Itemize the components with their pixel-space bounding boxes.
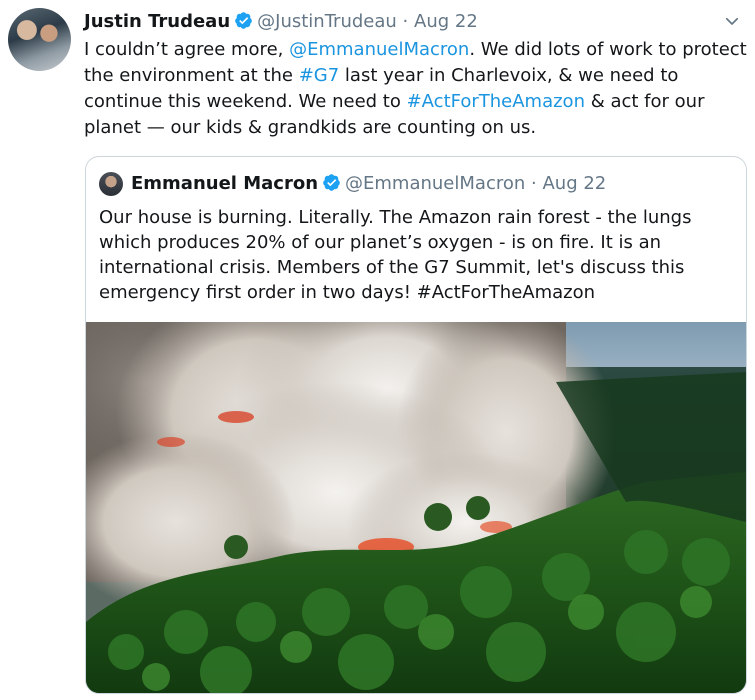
quoted-tweet[interactable]: Emmanuel Macron @EmmanuelMacron · Aug 22 … — [85, 156, 747, 694]
verified-badge-icon — [323, 174, 340, 191]
tweet[interactable]: Justin Trudeau @JustinTrudeau · Aug 22 I … — [0, 0, 755, 700]
quoted-avatar[interactable] — [99, 172, 123, 196]
quoted-author-handle: @EmmanuelMacron — [345, 173, 526, 194]
verified-badge-icon — [235, 12, 252, 29]
tweet-link[interactable]: @EmmanuelMacron — [289, 39, 469, 60]
amazon-fire-photo[interactable] — [86, 322, 746, 693]
quoted-text: Our house is burning. Literally. The Ama… — [99, 207, 692, 303]
separator-dot: · — [402, 11, 409, 32]
quoted-header: Emmanuel Macron @EmmanuelMacron · Aug 22 — [131, 172, 606, 196]
tweet-header: Justin Trudeau @JustinTrudeau · Aug 22 — [84, 10, 478, 34]
tweet-date[interactable]: Aug 22 — [414, 11, 478, 32]
separator-dot: · — [531, 173, 537, 194]
quoted-author-name[interactable]: Emmanuel Macron — [131, 173, 318, 194]
tweet-text-segment: I couldn’t agree more, — [84, 39, 290, 60]
avatar[interactable] — [8, 8, 71, 71]
quoted-date: Aug 22 — [542, 173, 607, 194]
author-name[interactable]: Justin Trudeau — [84, 11, 230, 32]
chevron-down-icon[interactable] — [723, 12, 741, 30]
tweet-link[interactable]: #G7 — [299, 65, 339, 86]
tweet-link[interactable]: #ActForTheAmazon — [407, 91, 585, 112]
author-handle[interactable]: @JustinTrudeau — [257, 11, 397, 32]
tweet-text: I couldn’t agree more, @EmmanuelMacron. … — [84, 37, 748, 141]
